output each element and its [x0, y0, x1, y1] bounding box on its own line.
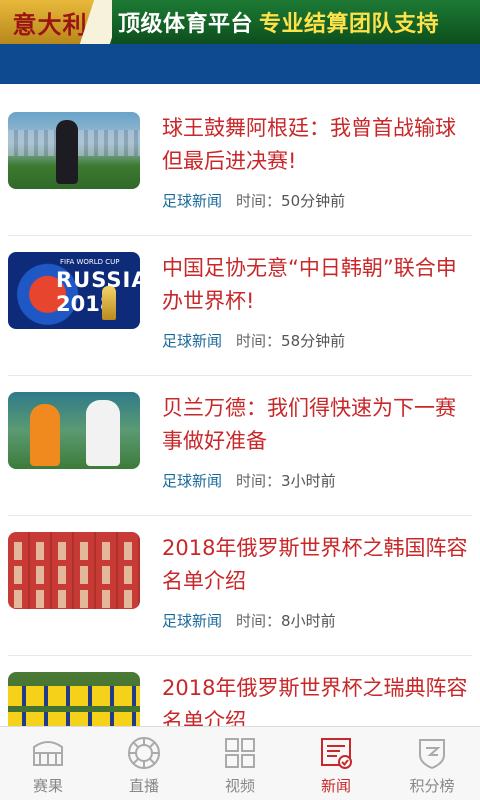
- news-time-label: 时间：: [236, 472, 282, 490]
- news-time-label: 时间：: [236, 612, 282, 630]
- news-category: 足球新闻: [162, 472, 223, 490]
- news-item[interactable]: 球王鼓舞阿根廷：我曾首战输球但最后进决赛! 足球新闻 时间：50分钟前: [8, 96, 472, 236]
- news-time: 58分钟前: [281, 332, 346, 350]
- thumbnail-faces-row: [8, 566, 140, 584]
- shield-icon: [414, 735, 450, 771]
- trophy-icon: [102, 286, 116, 320]
- news-category: 足球新闻: [162, 332, 223, 350]
- thumbnail-team-row: [8, 712, 140, 726]
- banner-slogan-accent: 专业结算团队支持: [259, 12, 440, 37]
- news-title[interactable]: 球王鼓舞阿根廷：我曾首战输球但最后进决赛!: [162, 112, 472, 178]
- thumbnail-player: [86, 400, 120, 466]
- tab-label: 直播: [128, 777, 159, 795]
- news-meta: 足球新闻 时间：3小时前: [162, 470, 336, 491]
- banner-slogan-main: 顶级体育平台: [118, 12, 254, 37]
- ad-banner[interactable]: 意大利 顶级体育平台 专业结算团队支持: [0, 0, 480, 44]
- news-category: 足球新闻: [162, 612, 223, 630]
- thumbnail-player: [56, 120, 78, 184]
- tab-results[interactable]: 赛果: [0, 727, 96, 800]
- tab-label: 积分榜: [409, 777, 455, 795]
- news-item[interactable]: 贝兰万德：我们得快速为下一赛事做好准备 足球新闻 时间：3小时前: [8, 376, 472, 516]
- tab-video[interactable]: 视频: [192, 727, 288, 800]
- grid-icon: [222, 735, 258, 771]
- news-list: 球王鼓舞阿根廷：我曾首战输球但最后进决赛! 足球新闻 时间：50分钟前 FIFA …: [0, 96, 480, 726]
- news-meta: 足球新闻 时间：8小时前: [162, 610, 336, 631]
- news-time-label: 时间：: [236, 332, 282, 350]
- news-category: 足球新闻: [162, 192, 223, 210]
- header-bar: [0, 44, 480, 84]
- news-title[interactable]: 贝兰万德：我们得快速为下一赛事做好准备: [162, 392, 472, 458]
- news-title[interactable]: 2018年俄罗斯世界杯之瑞典阵容名单介绍: [162, 672, 472, 726]
- news-title[interactable]: 2018年俄罗斯世界杯之韩国阵容名单介绍: [162, 532, 472, 598]
- news-time: 3小时前: [281, 472, 336, 490]
- thumbnail-caption: FIFA WORLD CUP: [60, 258, 120, 266]
- thumbnail-faces-row: [8, 542, 140, 560]
- news-item[interactable]: 2018年俄罗斯世界杯之韩国阵容名单介绍 足球新闻 时间：8小时前: [8, 516, 472, 656]
- bottom-tab-bar: 赛果 直播 视频 新闻 积分榜: [0, 726, 480, 800]
- ball-icon: [126, 735, 162, 771]
- banner-slogan: 顶级体育平台 专业结算团队支持: [112, 0, 480, 44]
- tab-news[interactable]: 新闻: [288, 727, 384, 800]
- news-item[interactable]: FIFA WORLD CUP RUSSIA 2018 中国足协无意“中日韩朝”联…: [8, 236, 472, 376]
- tab-label: 赛果: [32, 777, 63, 795]
- news-thumbnail: [8, 532, 140, 609]
- news-meta: 足球新闻 时间：50分钟前: [162, 190, 345, 211]
- tab-label: 新闻: [320, 777, 351, 795]
- news-thumbnail: FIFA WORLD CUP RUSSIA 2018: [8, 252, 140, 329]
- news-thumbnail: [8, 672, 140, 726]
- news-thumbnail: [8, 392, 140, 469]
- news-icon: [318, 735, 354, 771]
- tab-label: 视频: [224, 777, 255, 795]
- stadium-icon: [30, 735, 66, 771]
- thumbnail-faces-row: [8, 590, 140, 608]
- news-thumbnail: [8, 112, 140, 189]
- thumbnail-goalkeeper: [30, 404, 60, 466]
- thumbnail-russia-text: RUSSIA: [56, 268, 140, 292]
- tab-standings[interactable]: 积分榜: [384, 727, 480, 800]
- tab-live[interactable]: 直播: [96, 727, 192, 800]
- news-time: 8小时前: [281, 612, 336, 630]
- news-time: 50分钟前: [281, 192, 346, 210]
- thumbnail-team-row: [8, 686, 140, 706]
- news-item[interactable]: 2018年俄罗斯世界杯之瑞典阵容名单介绍: [8, 656, 472, 726]
- news-time-label: 时间：: [236, 192, 282, 210]
- news-title[interactable]: 中国足协无意“中日韩朝”联合申办世界杯!: [162, 252, 472, 318]
- news-meta: 足球新闻 时间：58分钟前: [162, 330, 345, 351]
